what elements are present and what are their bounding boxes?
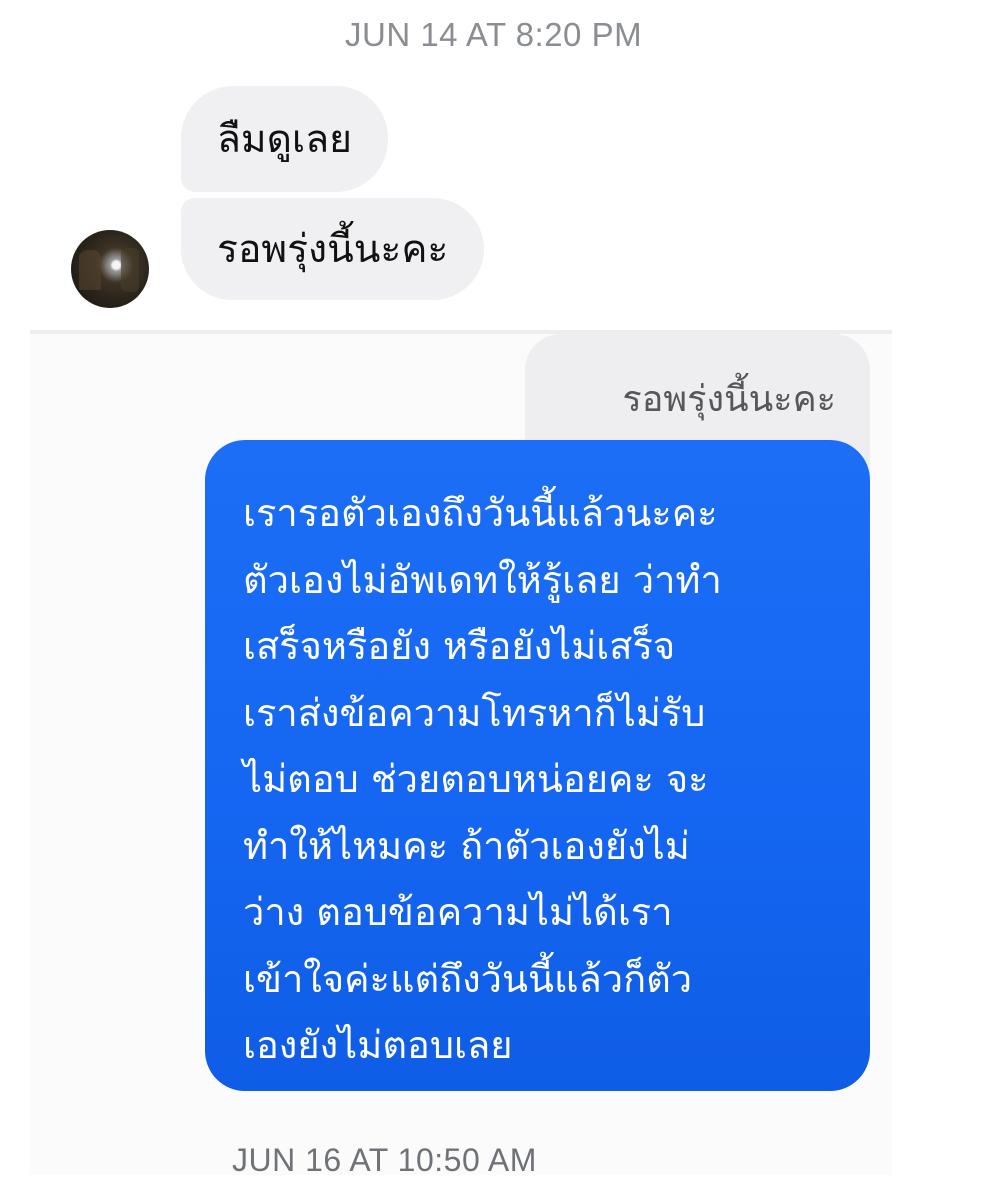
sent-message-line: เข้าใจค่ะแต่ถึงวันนี้แล้วก็ตัว (243, 956, 693, 1001)
sent-message-bubble[interactable]: เรารอตัวเองถึงวันนี้แล้วนะคะ ตัวเองไม่อั… (205, 440, 870, 1091)
message-timestamp: JUN 14 AT 8:20 PM (345, 16, 643, 53)
screenshot-collage: JUN 14 AT 8:20 PM ลืมดูเลย รอพรุ่งนี้นะค… (0, 0, 1003, 1200)
received-message-bubble[interactable]: รอพรุ่งนี้นะคะ (181, 198, 485, 300)
replied-message-text: รอพรุ่งนี้นะคะ (622, 379, 836, 420)
sent-message-line: ไม่ตอบ ช่วยตอบหน่อยคะ จะ (243, 757, 709, 801)
sent-message-line: เรารอตัวเองถึงวันนี้แล้วนะคะ (243, 491, 718, 535)
received-message-text: รอพรุ่งนี้นะคะ (217, 226, 449, 272)
sent-message-line: เราส่งข้อความโทรหาก็ไม่รับ (243, 690, 706, 735)
sent-message-line: เองยังไม่ตอบเลย (243, 1023, 513, 1067)
sent-message-line: ตัวเองไม่อัพเดทให้รู้เลย ว่าทำ (243, 557, 722, 602)
conversation-panel-bottom: รอพรุ่งนี้นะคะ เรารอตัวเองถึงวันนี้แล้วน… (30, 330, 892, 1178)
message-timestamp: JUN 16 AT 10:50 AM (232, 1142, 537, 1178)
sent-message-line: ทำให้ไหมคะ ถ้าตัวเองยังไม่ (243, 823, 690, 868)
received-message-text: ลืมดูเลย (217, 116, 353, 162)
conversation-panel-top: JUN 14 AT 8:20 PM ลืมดูเลย รอพรุ่งนี้นะค… (40, 0, 963, 308)
sent-message-line: ว่าง ตอบข้อความไม่ได้เรา (243, 890, 673, 934)
contact-avatar-icon[interactable] (71, 230, 149, 308)
received-message-bubble[interactable]: ลืมดูเลย (181, 86, 389, 192)
sent-message-line: เสร็จหรือยัง หรือยังไม่เสร็จ (243, 624, 676, 668)
